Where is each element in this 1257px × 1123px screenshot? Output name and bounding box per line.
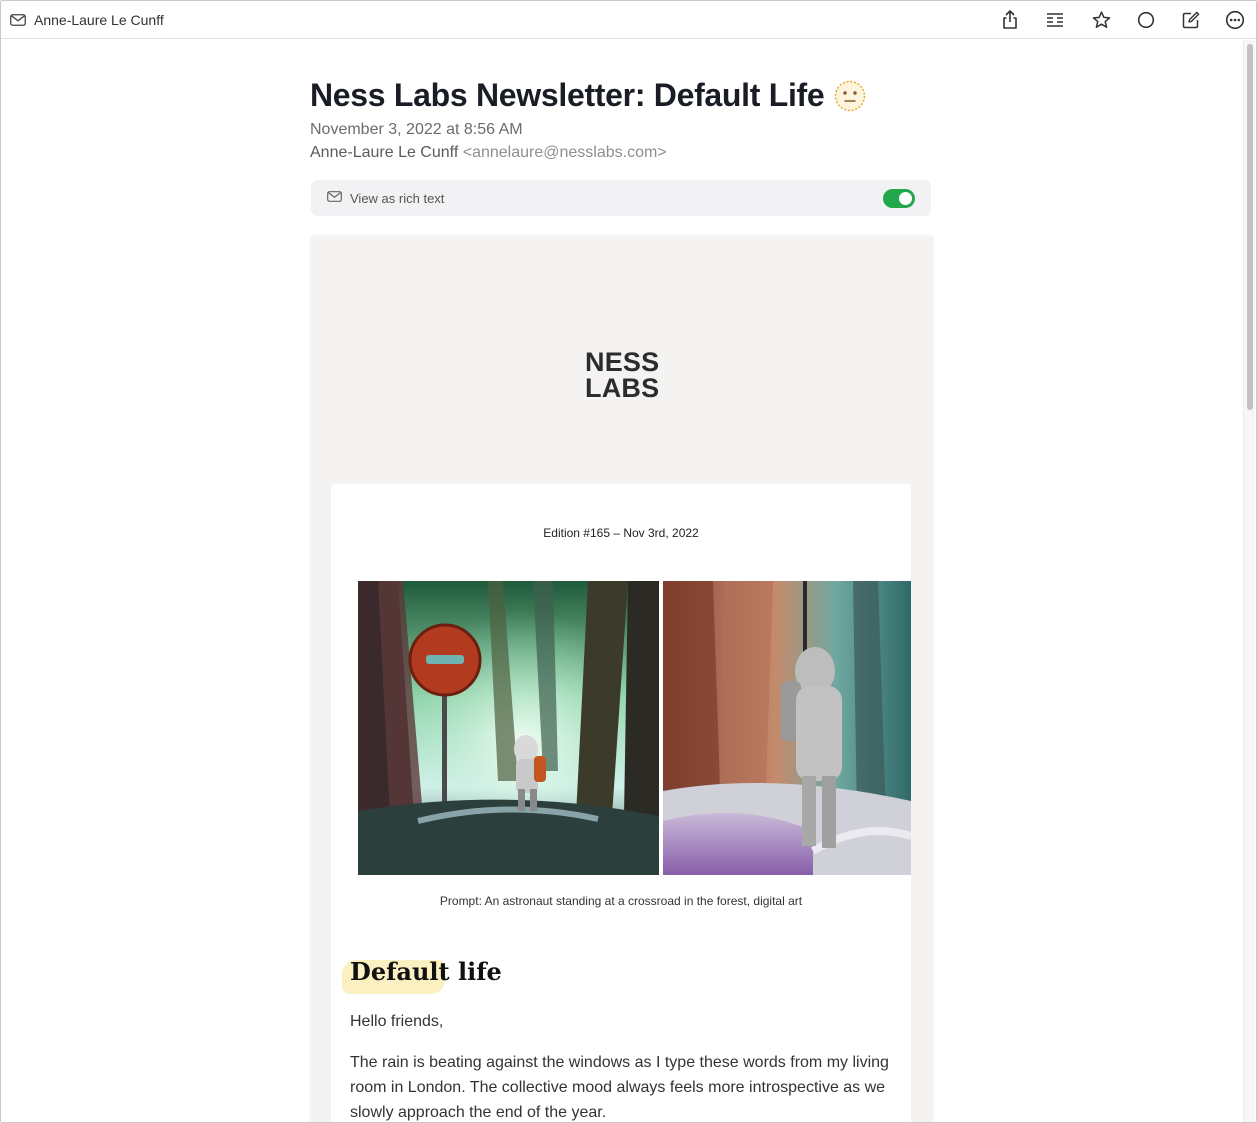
card-content: Edition #165 – Nov 3rd, 2022 Prompt: An … xyxy=(331,1,911,1122)
circle-icon xyxy=(1137,11,1155,29)
window-title: Anne-Laure Le Cunff xyxy=(10,1,164,38)
star-icon xyxy=(1092,11,1111,29)
heading-rest: life xyxy=(449,957,502,986)
heading-highlighted-word: Default xyxy=(350,957,450,986)
greeting-paragraph: Hello friends, xyxy=(350,1013,444,1030)
reader-view-button[interactable] xyxy=(1043,8,1067,32)
edition-line: Edition #165 – Nov 3rd, 2022 xyxy=(543,526,699,540)
compose-icon xyxy=(1182,11,1200,29)
envelope-icon xyxy=(10,13,26,26)
section-heading: Default life xyxy=(342,957,502,994)
more-icon xyxy=(1225,10,1245,30)
more-button[interactable] xyxy=(1223,8,1247,32)
body-paragraph-1: The rain is beating against the windows … xyxy=(350,1054,889,1121)
share-icon xyxy=(1001,10,1019,30)
scrollbar-thumb[interactable] xyxy=(1247,44,1253,410)
artwork-image-left xyxy=(358,581,659,875)
mail-window: Anne-Laure Le Cunff Ness Labs Newsletter… xyxy=(0,0,1257,1123)
compose-button[interactable] xyxy=(1179,8,1203,32)
share-button[interactable] xyxy=(998,8,1022,32)
reader-icon xyxy=(1046,12,1064,28)
sender-title: Anne-Laure Le Cunff xyxy=(34,11,164,28)
artwork-image-right xyxy=(663,581,911,875)
scrollbar[interactable] xyxy=(1243,40,1255,1122)
flag-button[interactable] xyxy=(1089,8,1113,32)
heading-text: Default life xyxy=(350,957,502,986)
mark-unread-button[interactable] xyxy=(1134,8,1158,32)
image-caption: Prompt: An astronaut standing at a cross… xyxy=(439,894,803,908)
